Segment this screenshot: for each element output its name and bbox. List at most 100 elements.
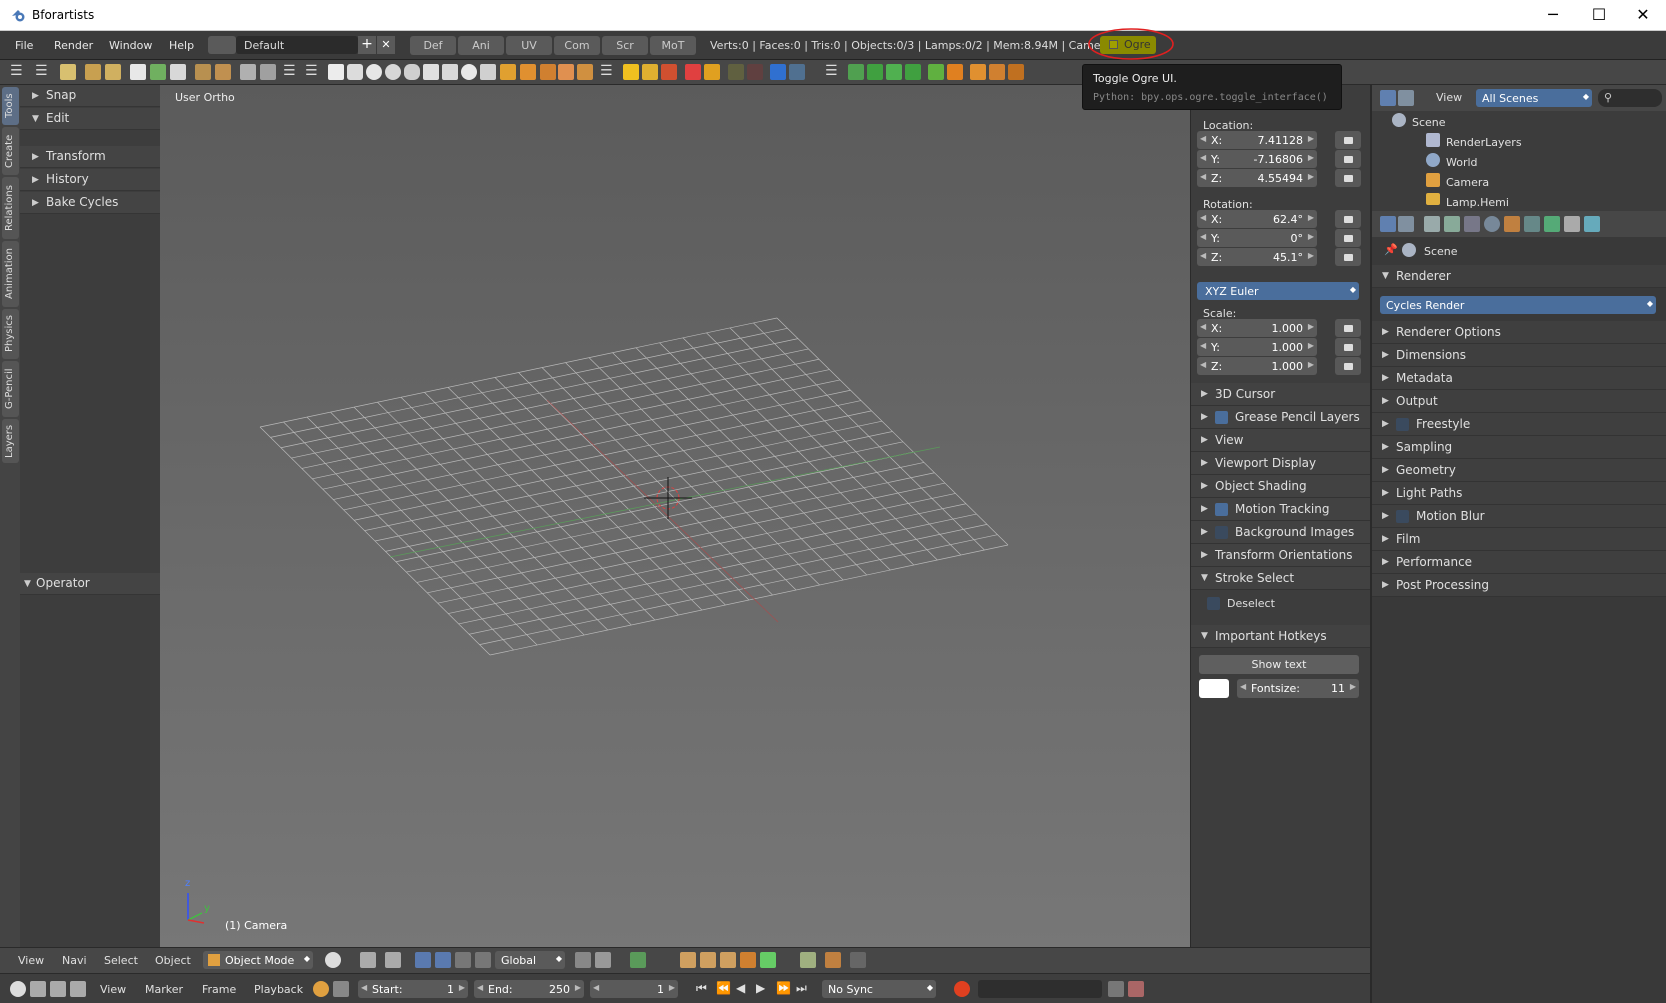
panel-view[interactable]: ▶ View <box>1191 429 1371 452</box>
location-z-field[interactable]: ◀ Z: 4.55494 ▶ <box>1197 169 1317 187</box>
group-add-icon[interactable] <box>642 64 658 80</box>
lock-icon[interactable] <box>1335 169 1361 187</box>
location-y-field[interactable]: ◀ Y: -7.16806 ▶ <box>1197 150 1317 168</box>
add-speaker-icon[interactable] <box>577 64 593 80</box>
panel-output[interactable]: ▶ Output <box>1372 390 1666 413</box>
text-color-swatch[interactable] <box>1199 679 1229 698</box>
play-reverse-icon[interactable]: ◀ <box>736 981 745 995</box>
add-cylinder-icon[interactable] <box>404 64 420 80</box>
add-armature-icon[interactable] <box>520 64 536 80</box>
maximize-button[interactable]: ☐ <box>1576 0 1622 31</box>
render-layers-tab-icon[interactable] <box>1444 216 1460 232</box>
layer-icon[interactable] <box>740 952 756 968</box>
add-text-icon[interactable] <box>500 64 516 80</box>
add-plane-icon[interactable] <box>328 64 344 80</box>
close-button[interactable]: ✕ <box>1620 0 1666 31</box>
add-empty-icon[interactable] <box>558 64 574 80</box>
lock-icon[interactable] <box>1335 229 1361 247</box>
timeline-menu-view[interactable]: View <box>100 983 126 996</box>
tab-gpencil[interactable]: G-Pencil <box>2 361 19 417</box>
rotation-z-field[interactable]: ◀ Z: 45.1° ▶ <box>1197 248 1317 266</box>
panel-motion-tracking[interactable]: ▶ Motion Tracking <box>1191 498 1371 521</box>
rotation-mode-select[interactable]: XYZ Euler ◆ <box>1197 282 1359 300</box>
add-cone-icon[interactable] <box>442 64 458 80</box>
menu-view[interactable]: View <box>18 954 44 967</box>
rotation-y-field[interactable]: ◀ Y: 0° ▶ <box>1197 229 1317 247</box>
panel-post-processing[interactable]: ▶ Post Processing <box>1372 574 1666 597</box>
clear-parent-icon[interactable] <box>704 64 720 80</box>
snap-icon[interactable] <box>848 64 864 80</box>
add-layout-icon[interactable]: + <box>358 36 376 54</box>
menu-help[interactable]: Help <box>169 39 194 52</box>
layer-icon[interactable] <box>720 952 736 968</box>
group-remove-icon[interactable] <box>661 64 677 80</box>
deselect-checkbox-icon[interactable] <box>1207 597 1220 610</box>
checkbox-unchecked-icon[interactable] <box>1396 510 1409 523</box>
panel-sampling[interactable]: ▶ Sampling <box>1372 436 1666 459</box>
lock-icon[interactable] <box>1335 338 1361 356</box>
scale-y-field[interactable]: ◀ Y: 1.000 ▶ <box>1197 338 1317 356</box>
render-preview-icon[interactable] <box>800 952 816 968</box>
checkbox-unchecked-icon[interactable] <box>1215 526 1228 539</box>
rotate-manip-icon[interactable] <box>435 952 451 968</box>
tab-mot[interactable]: MoT <box>650 36 696 55</box>
menu-select[interactable]: Select <box>104 954 138 967</box>
panel-history[interactable]: ▶ History <box>20 169 160 191</box>
keying-set-field[interactable] <box>978 980 1102 998</box>
hamburger-menu-icon[interactable]: ☰ <box>35 64 51 80</box>
panel-stroke-select[interactable]: ▼ Stroke Select <box>1191 567 1371 590</box>
scale-x-field[interactable]: ◀ X: 1.000 ▶ <box>1197 319 1317 337</box>
menu-file[interactable]: File <box>15 39 33 52</box>
panel-metadata[interactable]: ▶ Metadata <box>1372 367 1666 390</box>
snap-target-icon[interactable] <box>595 952 611 968</box>
jump-start-icon[interactable]: ⏮ <box>696 981 707 996</box>
panel-grease-pencil-layers[interactable]: ▶ Grease Pencil Layers <box>1191 406 1371 429</box>
tab-com[interactable]: Com <box>554 36 600 55</box>
interaction-mode-select[interactable]: Object Mode ◆ <box>203 951 313 969</box>
group-icon[interactable] <box>623 64 639 80</box>
outliner-search-input[interactable]: ⚲ <box>1598 89 1662 107</box>
lock-icon[interactable] <box>1335 248 1361 266</box>
timeline-tool-icon[interactable] <box>70 981 86 997</box>
tab-scr[interactable]: Scr <box>602 36 648 55</box>
timeline-tool-icon[interactable] <box>50 981 66 997</box>
scale-z-field[interactable]: ◀ Z: 1.000 ▶ <box>1197 357 1317 375</box>
tab-layers[interactable]: Layers <box>2 419 19 463</box>
snap-toggle-icon[interactable] <box>575 952 591 968</box>
rotate-icon[interactable] <box>867 64 883 80</box>
world-tab-icon[interactable] <box>1484 216 1500 232</box>
hamburger-menu-icon[interactable]: ☰ <box>305 64 321 80</box>
separate-icon[interactable] <box>789 64 805 80</box>
export-icon[interactable] <box>260 64 276 80</box>
current-frame-field[interactable]: ◀ 1 ▶ <box>590 980 678 998</box>
scale-manip-icon[interactable] <box>455 952 471 968</box>
add-cube-icon[interactable] <box>347 64 363 80</box>
panel-light-paths[interactable]: ▶ Light Paths <box>1372 482 1666 505</box>
append-icon[interactable] <box>215 64 231 80</box>
timeline-menu-playback[interactable]: Playback <box>254 983 303 996</box>
panel-viewport-display[interactable]: ▶ Viewport Display <box>1191 452 1371 475</box>
panel-motion-blur[interactable]: ▶ Motion Blur <box>1372 505 1666 528</box>
orientation-select[interactable]: Global ◆ <box>495 951 565 969</box>
fontsize-field[interactable]: ◀ Fontsize: 11 ▶ <box>1237 679 1359 698</box>
add-sphere-icon[interactable] <box>366 64 382 80</box>
3d-viewport[interactable]: User Ortho z y (1) Camera <box>160 85 1190 947</box>
panel-3d-cursor[interactable]: ▶ 3D Cursor <box>1191 383 1371 406</box>
add-lattice-icon[interactable] <box>540 64 556 80</box>
outliner-filter-select[interactable]: All Scenes ◆ <box>1476 89 1592 107</box>
panel-background-images[interactable]: ▶ Background Images <box>1191 521 1371 544</box>
panel-freestyle[interactable]: ▶ Freestyle <box>1372 413 1666 436</box>
panel-renderer-options[interactable]: ▶ Renderer Options <box>1372 321 1666 344</box>
scene-tab-icon[interactable] <box>1464 216 1480 232</box>
constraint-icon[interactable] <box>728 64 744 80</box>
tab-create[interactable]: Create <box>2 127 19 175</box>
modifiers-tab-icon[interactable] <box>1544 216 1560 232</box>
panel-transform-orientations[interactable]: ▶ Transform Orientations <box>1191 544 1371 567</box>
hamburger-menu-icon[interactable]: ☰ <box>283 64 299 80</box>
tab-relations[interactable]: Relations <box>2 177 19 239</box>
panel-transform[interactable]: ▶ Transform <box>20 146 160 168</box>
end-frame-field[interactable]: ◀ End: 250 ▶ <box>474 980 584 998</box>
sync-mode-select[interactable]: No Sync ◆ <box>822 980 936 998</box>
panel-geometry[interactable]: ▶ Geometry <box>1372 459 1666 482</box>
editor-type-icon[interactable] <box>1380 90 1396 106</box>
